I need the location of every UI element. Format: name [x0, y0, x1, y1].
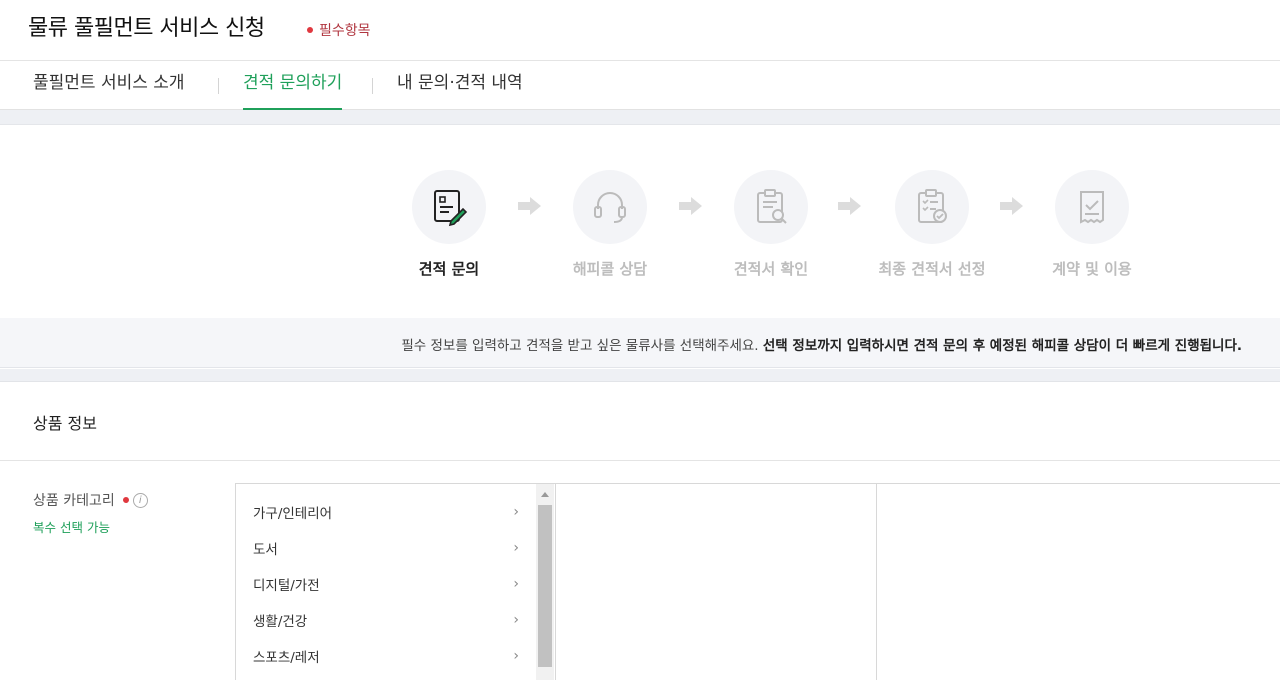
step-circle — [895, 170, 969, 244]
step-label: 견적 문의 — [418, 260, 480, 278]
section-title: 상품 정보 — [33, 414, 97, 433]
category-scrollbar[interactable] — [536, 484, 554, 680]
tab-service-intro[interactable]: 풀필먼트 서비스 소개 — [33, 61, 185, 110]
banner-text-normal: 필수 정보를 입력하고 견적을 받고 싶은 물류사를 선택해주세요. — [401, 338, 763, 354]
chevron-right-icon: › — [513, 576, 519, 592]
step-quote-inquiry: 견적 문의 — [374, 170, 524, 279]
banner-text-bold: 선택 정보까지 입력하시면 견적 문의 후 예정된 해피콜 상담이 더 빠르게 … — [762, 338, 1242, 354]
clipboard-check-icon — [918, 189, 947, 223]
tab-bar: 풀필먼트 서비스 소개 견적 문의하기 내 문의·견적 내역 — [0, 61, 1280, 110]
section-divider — [0, 460, 1280, 461]
step-contract: 계약 및 이용 — [1017, 170, 1167, 279]
field-label-text: 상품 카테고리 — [33, 493, 115, 509]
step-label: 계약 및 이용 — [1052, 260, 1132, 278]
category-item[interactable]: 도서 › — [253, 530, 523, 566]
divider-band — [0, 110, 1280, 125]
tab-divider — [372, 78, 373, 94]
category-item-label: 도서 — [253, 542, 278, 558]
clipboard-search-icon — [757, 189, 787, 224]
required-dot-icon — [122, 497, 129, 503]
chevron-right-icon: › — [513, 504, 519, 520]
info-icon[interactable]: i — [132, 492, 148, 508]
step-circle — [1055, 170, 1129, 244]
step-label: 최종 견적서 선정 — [878, 260, 986, 278]
required-note-label: 필수항목 — [319, 23, 371, 39]
category-item[interactable]: 스포츠/레저 › — [253, 638, 523, 674]
required-note: 필수항목 — [307, 20, 371, 40]
page-title: 물류 풀필먼트 서비스 신청 — [28, 16, 265, 41]
scroll-thumb[interactable] — [538, 505, 552, 667]
step-quote-check: 견적서 확인 — [696, 170, 846, 279]
category-item-label: 생활/건강 — [253, 614, 308, 630]
step-final-selection: 최종 견적서 선정 — [857, 170, 1007, 279]
multi-select-note: 복수 선택 가능 — [33, 520, 110, 535]
category-item[interactable]: 생활/건강 › — [253, 602, 523, 638]
banner-text: 필수 정보를 입력하고 견적을 받고 싶은 물류사를 선택해주세요. 선택 정보… — [401, 334, 1242, 354]
step-circle — [412, 170, 486, 244]
divider-band — [0, 369, 1280, 382]
step-label: 해피콜 상담 — [572, 260, 648, 278]
receipt-check-icon — [1080, 191, 1104, 224]
scroll-up-icon[interactable] — [536, 484, 554, 504]
chevron-right-icon: › — [513, 612, 519, 628]
step-happy-call: 해피콜 상담 — [535, 170, 685, 279]
headset-icon — [594, 192, 626, 223]
tab-divider — [218, 78, 219, 94]
form-pencil-icon — [434, 190, 468, 227]
chevron-right-icon: › — [513, 540, 519, 556]
product-category-label: 상품 카테고리 i — [33, 490, 148, 510]
step-circle — [573, 170, 647, 244]
category-column-3 — [876, 484, 1280, 680]
category-item[interactable]: 가구/인테리어 › — [253, 494, 523, 530]
category-column-2 — [555, 484, 876, 680]
info-banner: 필수 정보를 입력하고 견적을 받고 싶은 물류사를 선택해주세요. 선택 정보… — [0, 318, 1280, 368]
chevron-right-icon: › — [513, 648, 519, 664]
category-item-label: 디지털/가전 — [253, 578, 320, 594]
page-header: 물류 풀필먼트 서비스 신청 필수항목 — [0, 0, 1280, 61]
step-label: 견적서 확인 — [733, 260, 809, 278]
tab-my-inquiries[interactable]: 내 문의·견적 내역 — [397, 61, 523, 110]
category-item-label: 가구/인테리어 — [253, 506, 333, 522]
category-column-1: 가구/인테리어 › 도서 › 디지털/가전 › 생활/건강 › 스포츠/레저 › — [236, 484, 536, 680]
category-item-label: 스포츠/레저 — [253, 650, 320, 666]
category-selector: 가구/인테리어 › 도서 › 디지털/가전 › 생활/건강 › 스포츠/레저 › — [235, 483, 1280, 680]
required-dot-icon — [307, 27, 313, 33]
step-circle — [734, 170, 808, 244]
tab-quote-inquiry[interactable]: 견적 문의하기 — [243, 61, 343, 110]
category-item[interactable]: 디지털/가전 › — [253, 566, 523, 602]
